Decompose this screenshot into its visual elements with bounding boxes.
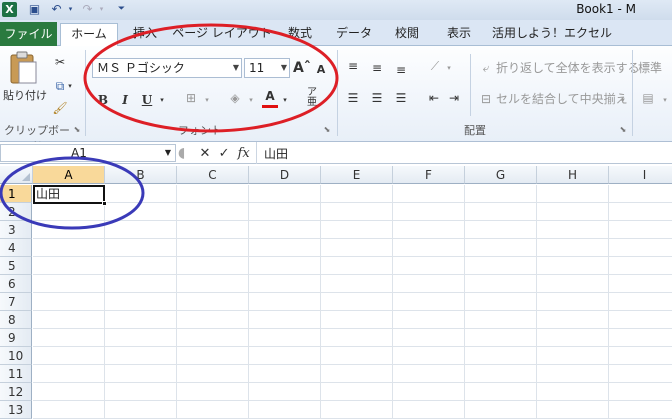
annotation-overlay <box>0 23 339 230</box>
red-annotation-ellipse <box>83 23 339 133</box>
blue-annotation-ellipse <box>0 156 145 230</box>
